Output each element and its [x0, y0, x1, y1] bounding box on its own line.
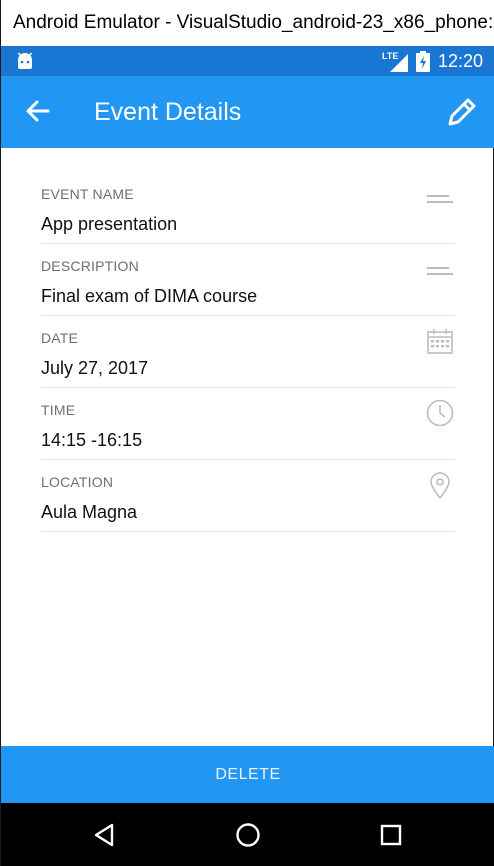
- emulator-frame: Android Emulator - VisualStudio_android-…: [0, 0, 494, 866]
- field-value: July 27, 2017: [41, 358, 149, 378]
- field-value: 14:15 -16:15: [41, 430, 143, 450]
- field-location: LOCATION Aula Magna: [41, 460, 455, 532]
- text-lines-icon: [427, 195, 453, 203]
- svg-text:LTE: LTE: [382, 51, 398, 61]
- status-clock: 12:20: [438, 51, 484, 71]
- android-icon: [17, 52, 33, 69]
- status-bar: LTE 12:20: [1, 46, 494, 76]
- system-nav-bar: [1, 803, 494, 866]
- field-label: TIME: [41, 402, 76, 418]
- nav-back-icon[interactable]: [90, 820, 120, 850]
- page-title: Event Details: [94, 98, 242, 126]
- arrow-back-icon[interactable]: [21, 94, 55, 128]
- field-label: LOCATION: [41, 474, 114, 490]
- field-value: Final exam of DIMA course: [41, 286, 258, 306]
- field-description: DESCRIPTION Final exam of DIMA course: [41, 244, 455, 316]
- location-pin-icon: [430, 472, 450, 500]
- text-lines-icon: [427, 267, 453, 275]
- field-label: DESCRIPTION: [41, 258, 139, 274]
- window-title: Android Emulator - VisualStudio_android-…: [1, 0, 494, 46]
- lte-signal-icon: LTE: [382, 51, 408, 72]
- field-event-name: EVENT NAME App presentation: [41, 148, 455, 244]
- field-date: DATE July 27, 2017: [41, 316, 455, 388]
- app-bar: Event Details: [1, 76, 494, 148]
- field-time: TIME 14:15 -16:15: [41, 388, 455, 460]
- field-value: Aula Magna: [41, 502, 138, 522]
- field-value: App presentation: [41, 214, 178, 234]
- nav-recents-icon[interactable]: [376, 820, 406, 850]
- calendar-icon: [427, 329, 453, 354]
- field-label: EVENT NAME: [41, 186, 134, 202]
- clock-icon: [426, 399, 454, 427]
- pencil-icon[interactable]: [444, 94, 480, 130]
- field-label: DATE: [41, 330, 79, 346]
- delete-button[interactable]: DELETE: [1, 746, 494, 803]
- battery-icon: [416, 51, 430, 72]
- event-details-list: EVENT NAME App presentation DESCRIPTION …: [41, 148, 455, 532]
- nav-home-icon[interactable]: [233, 820, 263, 850]
